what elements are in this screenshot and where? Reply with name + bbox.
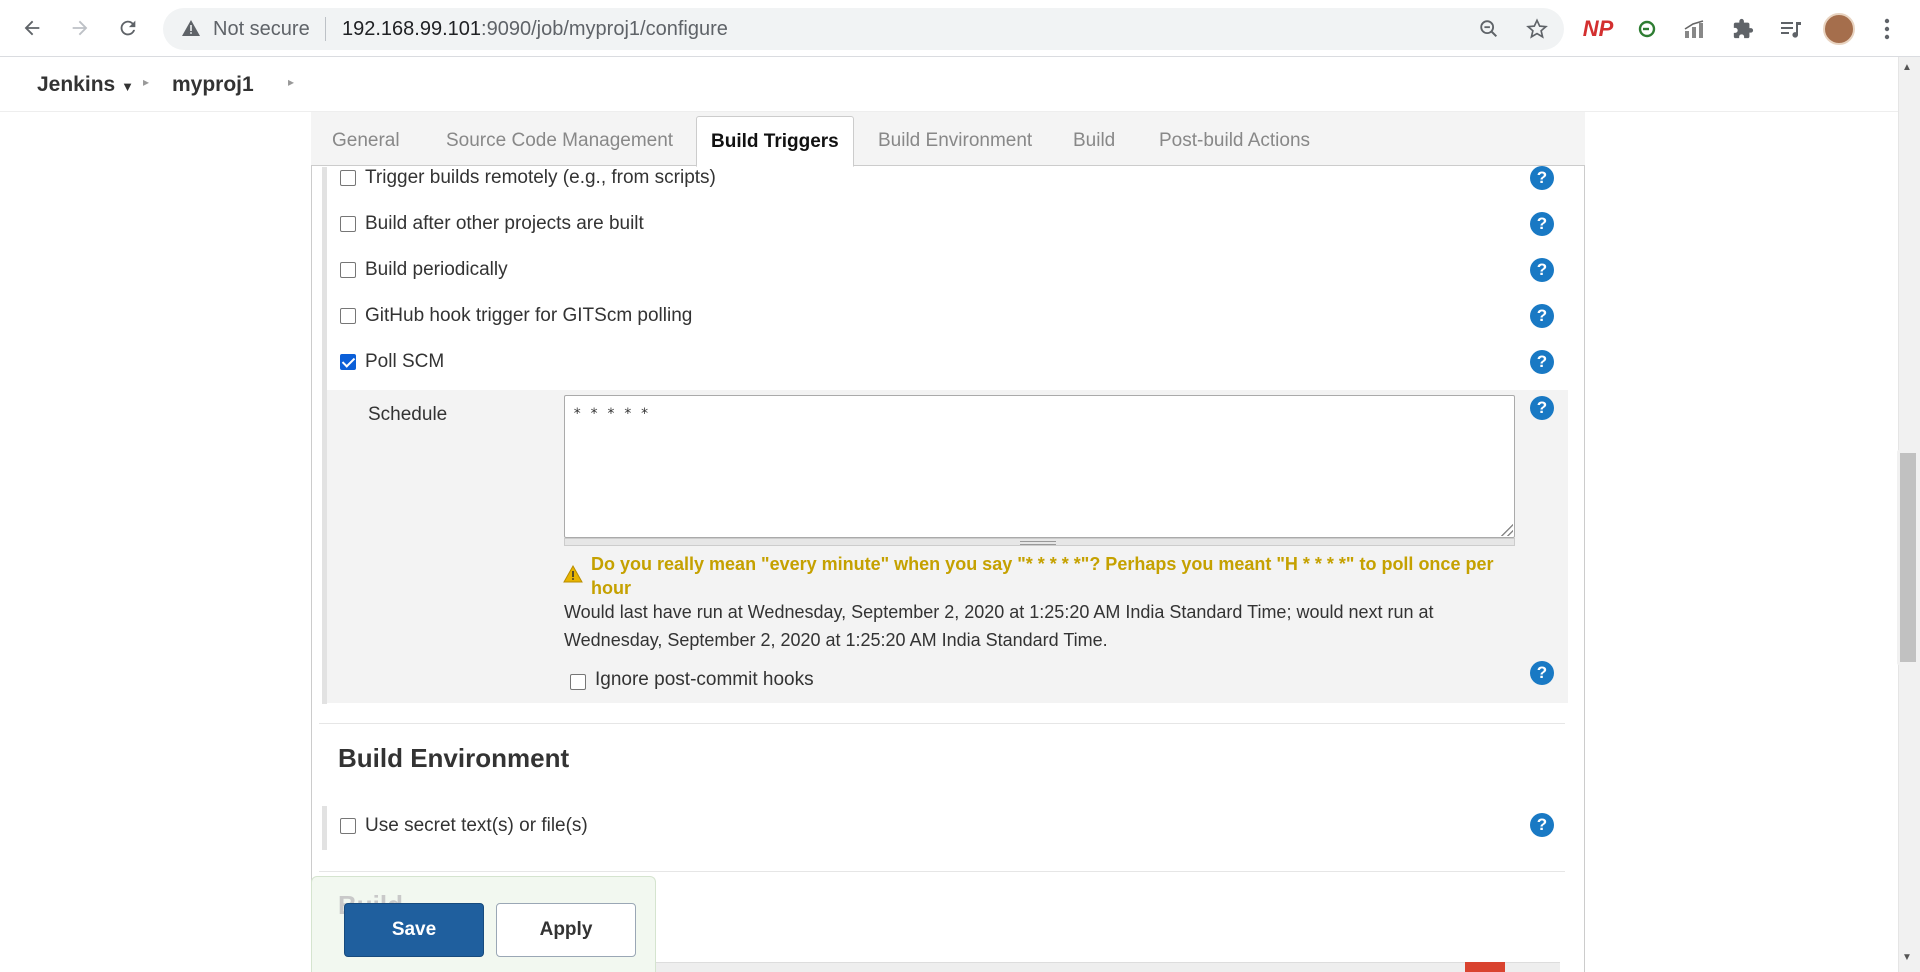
use-secret-label[interactable]: Use secret text(s) or file(s) [365,815,588,837]
textarea-resize-bar[interactable] [564,538,1515,546]
build-periodically-checkbox[interactable] [340,262,356,278]
build-environment-heading: Build Environment [338,743,570,773]
poll-scm-option[interactable]: Poll SCM [340,351,444,373]
build-after-option[interactable]: Build after other projects are built [340,213,644,235]
chart-icon[interactable] [1678,12,1712,46]
section-divider [319,871,1565,872]
chevron-right-icon: ▸ [143,75,150,89]
help-icon[interactable]: ? [1530,304,1554,328]
delete-icon[interactable] [1465,962,1505,972]
help-icon[interactable]: ? [1530,258,1554,282]
help-icon[interactable]: ? [1530,350,1554,374]
ignore-hooks-option[interactable]: Ignore post-commit hooks [570,669,814,691]
build-periodically-option[interactable]: Build periodically [340,259,508,281]
apply-button[interactable]: Apply [496,903,636,957]
ignore-hooks-label[interactable]: Ignore post-commit hooks [595,669,814,691]
media-icon[interactable] [1774,12,1808,46]
save-button[interactable]: Save [344,903,484,957]
back-icon[interactable] [14,10,50,46]
zoom-icon[interactable] [1476,16,1502,42]
build-after-label[interactable]: Build after other projects are built [365,213,644,235]
menu-kebab-icon[interactable] [1870,12,1904,46]
help-icon[interactable]: ? [1530,166,1554,190]
scroll-down-icon[interactable]: ▼ [1902,952,1912,963]
dropdown-caret-icon[interactable]: ▼ [121,79,134,94]
schedule-label: Schedule [368,404,448,425]
forward-icon[interactable] [62,10,98,46]
build-after-checkbox[interactable] [340,216,356,232]
poll-scm-checkbox[interactable] [340,354,356,370]
section-indent-bar [322,806,327,850]
build-periodically-label[interactable]: Build periodically [365,259,508,281]
chevron-right-icon[interactable]: ▸ [288,75,294,89]
warning-icon [181,19,201,42]
tab-general[interactable]: General [318,112,414,166]
np-extension-icon[interactable]: NP [1581,12,1615,46]
url-host: 192.168.99.101 [342,18,482,40]
ignore-hooks-checkbox[interactable] [570,674,586,690]
breadcrumb-jenkins[interactable]: Jenkins ▼ [37,73,134,97]
tab-build-environment[interactable]: Build Environment [864,112,1046,166]
trigger-remote-label[interactable]: Trigger builds remotely (e.g., from scri… [365,167,716,189]
help-icon[interactable]: ? [1530,661,1554,685]
tab-source-code-management[interactable]: Source Code Management [432,112,687,166]
github-hook-option[interactable]: GitHub hook trigger for GITScm polling [340,305,692,327]
scroll-up-icon[interactable]: ▲ [1902,62,1912,73]
omnibox-divider [325,17,326,41]
tab-post-build-actions[interactable]: Post-build Actions [1145,112,1324,166]
use-secret-checkbox[interactable] [340,818,356,834]
resize-handle-icon[interactable] [1501,524,1513,536]
puzzle-icon[interactable] [1726,12,1760,46]
github-hook-label[interactable]: GitHub hook trigger for GITScm polling [365,305,692,327]
bookmark-star-icon[interactable] [1524,16,1550,42]
help-icon[interactable]: ? [1530,396,1554,420]
help-icon[interactable]: ? [1530,212,1554,236]
security-label[interactable]: Not secure [213,18,310,41]
breadcrumb-project[interactable]: myproj1 [172,73,254,97]
grammar-icon[interactable] [1630,12,1664,46]
poll-scm-label[interactable]: Poll SCM [365,351,444,373]
address-bar[interactable]: Not secure 192.168.99.101:9090/job/mypro… [163,8,1564,50]
profile-avatar[interactable] [1823,13,1855,45]
schedule-warning: Do you really mean "every minute" when y… [591,554,1494,598]
github-hook-checkbox[interactable] [340,308,356,324]
section-divider [319,723,1565,724]
config-tabs: General Source Code Management Build Tri… [311,112,1585,167]
trigger-remote-checkbox[interactable] [340,170,356,186]
help-icon[interactable]: ? [1530,813,1554,837]
schedule-textarea[interactable]: * * * * * [564,395,1515,538]
browser-toolbar: Not secure 192.168.99.101:9090/job/mypro… [0,0,1920,57]
url-text[interactable]: 192.168.99.101:9090/job/myproj1/configur… [342,18,728,41]
schedule-info: Would last have run at Wednesday, Septem… [564,602,1434,650]
url-path: :9090/job/myproj1/configure [481,18,728,40]
breadcrumb: Jenkins ▼ ▸ myproj1 ▸ [0,57,1898,112]
tab-build-triggers[interactable]: Build Triggers [696,116,854,167]
reload-icon[interactable] [110,10,146,46]
scrollbar-thumb[interactable] [1897,450,1919,665]
use-secret-option[interactable]: Use secret text(s) or file(s) [340,815,588,837]
trigger-remote-option[interactable]: Trigger builds remotely (e.g., from scri… [340,167,716,189]
tab-build[interactable]: Build [1059,112,1129,166]
